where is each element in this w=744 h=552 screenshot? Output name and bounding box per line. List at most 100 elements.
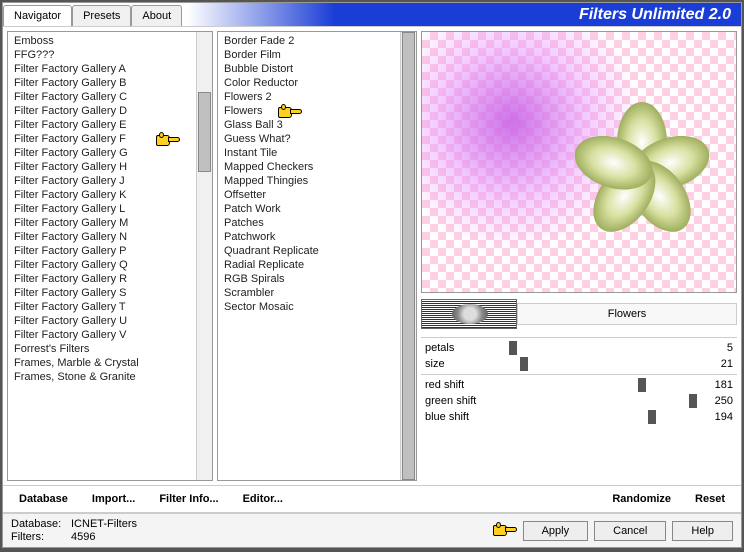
category-item[interactable]: Emboss — [8, 34, 212, 48]
slider-thumb[interactable] — [520, 357, 528, 371]
filters-count-value: 4596 — [71, 531, 95, 543]
current-filter-name: Flowers — [517, 303, 737, 325]
filter-item[interactable]: Mapped Thingies — [218, 174, 416, 188]
category-item[interactable]: Filter Factory Gallery J — [8, 174, 212, 188]
tab-strip: Navigator Presets About — [3, 4, 182, 25]
category-item[interactable]: FFG??? — [8, 48, 212, 62]
randomize-button[interactable]: Randomize — [602, 490, 681, 508]
filter-item[interactable]: Flowers 2 — [218, 90, 416, 104]
slider-label: green shift — [425, 395, 505, 407]
category-item[interactable]: Frames, Stone & Granite — [8, 370, 212, 384]
slider-thumb[interactable] — [648, 410, 656, 424]
filter-item[interactable]: Border Film — [218, 48, 416, 62]
category-item[interactable]: Filter Factory Gallery M — [8, 216, 212, 230]
slider-track[interactable] — [505, 394, 693, 408]
category-item[interactable]: Filter Factory Gallery L — [8, 202, 212, 216]
category-column: EmbossFFG???Filter Factory Gallery AFilt… — [7, 31, 213, 481]
category-item[interactable]: Filter Factory Gallery N — [8, 230, 212, 244]
category-item[interactable]: Filter Factory Gallery Q — [8, 258, 212, 272]
category-item[interactable]: Filter Factory Gallery C — [8, 90, 212, 104]
filter-item[interactable]: Flowers — [218, 104, 416, 118]
filter-item[interactable]: Bubble Distort — [218, 62, 416, 76]
slider-label: petals — [425, 342, 505, 354]
watermark-logo — [421, 299, 517, 329]
filter-item[interactable]: Instant Tile — [218, 146, 416, 160]
cancel-button[interactable]: Cancel — [594, 521, 666, 541]
filter-item[interactable]: Patch Work — [218, 202, 416, 216]
category-item[interactable]: Filter Factory Gallery B — [8, 76, 212, 90]
category-scrollbar-thumb[interactable] — [198, 92, 211, 172]
hand-cursor-icon — [493, 522, 517, 540]
filter-listbox[interactable]: Border Fade 2Border FilmBubble DistortCo… — [217, 31, 417, 481]
category-item[interactable]: Filter Factory Gallery H — [8, 160, 212, 174]
slider-label: red shift — [425, 379, 505, 391]
tab-about[interactable]: About — [131, 5, 182, 26]
slider-label: blue shift — [425, 411, 505, 423]
filter-item[interactable]: Sector Mosaic — [218, 300, 416, 314]
category-scrollbar[interactable] — [196, 32, 212, 480]
category-item[interactable]: Filter Factory Gallery A — [8, 62, 212, 76]
content-area: EmbossFFG???Filter Factory Gallery AFilt… — [3, 27, 741, 485]
category-item[interactable]: Filter Factory Gallery E — [8, 118, 212, 132]
apply-button[interactable]: Apply — [523, 521, 589, 541]
slider-row: red shift 181 — [421, 377, 737, 393]
preview-column: Flowers petals5size21 red shift 181 green … — [421, 31, 737, 481]
category-item[interactable]: Filter Factory Gallery K — [8, 188, 212, 202]
reset-button[interactable]: Reset — [685, 490, 735, 508]
editor-button[interactable]: Editor... — [233, 490, 293, 508]
filter-scrollbar[interactable] — [400, 32, 416, 480]
category-item[interactable]: Filter Factory Gallery V — [8, 328, 212, 342]
filter-item[interactable]: Offsetter — [218, 188, 416, 202]
filter-scrollbar-thumb[interactable] — [402, 32, 415, 480]
app-title: Filters Unlimited 2.0 — [579, 6, 731, 24]
category-item[interactable]: Filter Factory Gallery D — [8, 104, 212, 118]
slider-group-color: red shift181green shift250blue shift194 — [421, 374, 737, 427]
import-button[interactable]: Import... — [82, 490, 145, 508]
slider-thumb[interactable] — [638, 378, 646, 392]
footer: Database: ICNET-Filters Filters: 4596 Ap… — [3, 513, 741, 547]
tab-presets[interactable]: Presets — [72, 5, 131, 26]
filter-column: Border Fade 2Border FilmBubble DistortCo… — [217, 31, 417, 481]
main-window: Navigator Presets About Filters Unlimite… — [2, 2, 742, 548]
filter-item[interactable]: Patchwork — [218, 230, 416, 244]
filter-label-bar: Flowers — [421, 299, 737, 329]
category-item[interactable]: Filter Factory Gallery F — [8, 132, 212, 146]
category-item[interactable]: Frames, Marble & Crystal — [8, 356, 212, 370]
category-item[interactable]: Filter Factory Gallery U — [8, 314, 212, 328]
help-button[interactable]: Help — [672, 521, 733, 541]
filter-item[interactable]: Mapped Checkers — [218, 160, 416, 174]
category-item[interactable]: Filter Factory Gallery G — [8, 146, 212, 160]
category-item[interactable]: Filter Factory Gallery T — [8, 300, 212, 314]
database-button[interactable]: Database — [9, 490, 78, 508]
filters-count-label: Filters: — [11, 531, 67, 543]
slider-thumb[interactable] — [509, 341, 517, 355]
slider-thumb[interactable] — [689, 394, 697, 408]
filter-item[interactable]: Glass Ball 3 — [218, 118, 416, 132]
filter-info-button[interactable]: Filter Info... — [149, 490, 228, 508]
filter-item[interactable]: Guess What? — [218, 132, 416, 146]
slider-value: 21 — [693, 358, 733, 370]
filter-item[interactable]: Color Reductor — [218, 76, 416, 90]
filter-item[interactable]: Patches — [218, 216, 416, 230]
titlebar: Navigator Presets About Filters Unlimite… — [3, 3, 741, 27]
filter-item[interactable]: Border Fade 2 — [218, 34, 416, 48]
slider-row: size21 — [421, 356, 737, 372]
mid-button-row: Database Import... Filter Info... Editor… — [3, 485, 741, 513]
filter-item[interactable]: Radial Replicate — [218, 258, 416, 272]
category-item[interactable]: Forrest's Filters — [8, 342, 212, 356]
category-item[interactable]: Filter Factory Gallery P — [8, 244, 212, 258]
tab-navigator[interactable]: Navigator — [3, 5, 72, 26]
filter-item[interactable]: Scrambler — [218, 286, 416, 300]
slider-track[interactable] — [505, 378, 693, 392]
slider-track[interactable] — [505, 357, 693, 371]
filter-item[interactable]: Quadrant Replicate — [218, 244, 416, 258]
footer-buttons: Apply Cancel Help — [493, 521, 733, 541]
slider-track[interactable] — [505, 341, 693, 355]
category-listbox[interactable]: EmbossFFG???Filter Factory Gallery AFilt… — [7, 31, 213, 481]
category-item[interactable]: Filter Factory Gallery R — [8, 272, 212, 286]
slider-value: 181 — [693, 379, 733, 391]
slider-group-shape: petals5size21 — [421, 337, 737, 374]
filter-item[interactable]: RGB Spirals — [218, 272, 416, 286]
slider-track[interactable] — [505, 410, 693, 424]
category-item[interactable]: Filter Factory Gallery S — [8, 286, 212, 300]
